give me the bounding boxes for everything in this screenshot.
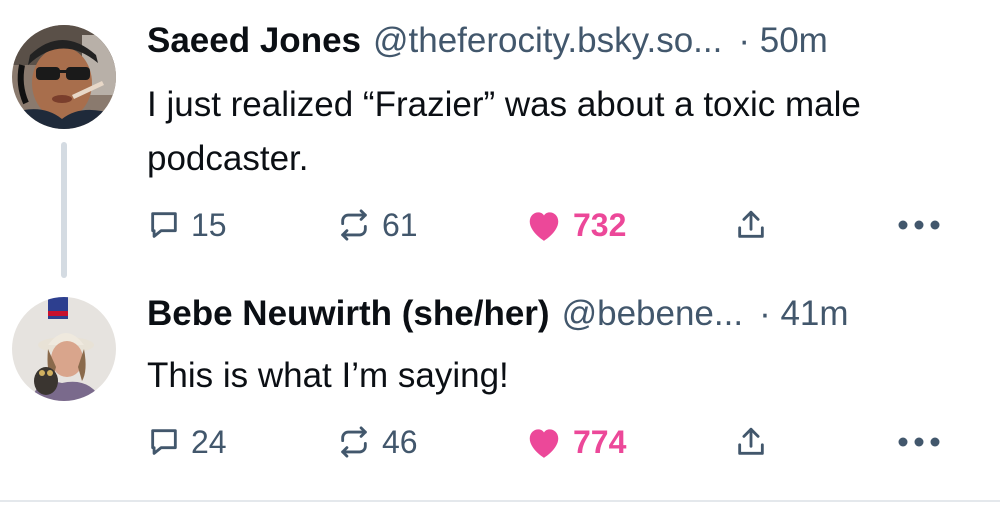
more-icon <box>898 220 940 230</box>
post-timestamp[interactable]: · 50m <box>738 18 827 64</box>
like-button[interactable]: 774 <box>525 417 626 467</box>
heart-icon <box>529 429 559 458</box>
feed-divider <box>0 500 1000 502</box>
share-icon <box>738 210 764 238</box>
more-options-button[interactable] <box>896 200 942 250</box>
like-button[interactable]: 732 <box>525 200 626 250</box>
repost-count: 61 <box>382 207 418 243</box>
like-count: 732 <box>573 207 627 243</box>
reply-button[interactable]: 24 <box>147 417 227 467</box>
post-timestamp[interactable]: · 41m <box>759 291 848 337</box>
reply-icon <box>151 212 177 238</box>
share-button[interactable] <box>734 200 768 250</box>
share-icon <box>738 427 764 455</box>
avatar[interactable] <box>12 25 116 129</box>
repost-icon <box>341 426 367 458</box>
reply-count: 24 <box>191 424 227 460</box>
repost-icon <box>341 209 367 241</box>
repost-button[interactable]: 61 <box>336 200 418 250</box>
repost-button[interactable]: 46 <box>336 417 418 467</box>
author-name[interactable]: Bebe Neuwirth (she/her) <box>147 291 550 337</box>
post-actions: 15 61 732 <box>0 200 1000 250</box>
like-count: 774 <box>573 424 627 460</box>
post-text: This is what I’m saying! <box>147 356 509 395</box>
share-button[interactable] <box>734 417 768 467</box>
post-text: I just realized “Frazier” was about a to… <box>147 85 861 178</box>
author-handle[interactable]: @bebene... <box>562 291 744 337</box>
heart-icon <box>529 212 559 241</box>
post-header: Saeed Jones @theferocity.bsky.so... · 50… <box>147 18 960 64</box>
more-options-button[interactable] <box>896 417 942 467</box>
reply-icon <box>151 429 177 455</box>
author-handle[interactable]: @theferocity.bsky.so... <box>373 18 722 64</box>
reply-button[interactable]: 15 <box>147 200 227 250</box>
post-header: Bebe Neuwirth (she/her) @bebene... · 41m <box>147 291 960 337</box>
repost-count: 46 <box>382 424 418 460</box>
reply-count: 15 <box>191 207 227 243</box>
post[interactable]: Saeed Jones @theferocity.bsky.so... · 50… <box>0 0 1000 280</box>
author-name[interactable]: Saeed Jones <box>147 18 361 64</box>
avatar[interactable] <box>12 297 116 401</box>
post[interactable]: Bebe Neuwirth (she/her) @bebene... · 41m… <box>0 280 1000 502</box>
post-actions: 24 46 774 <box>0 417 1000 467</box>
more-icon <box>898 437 940 447</box>
